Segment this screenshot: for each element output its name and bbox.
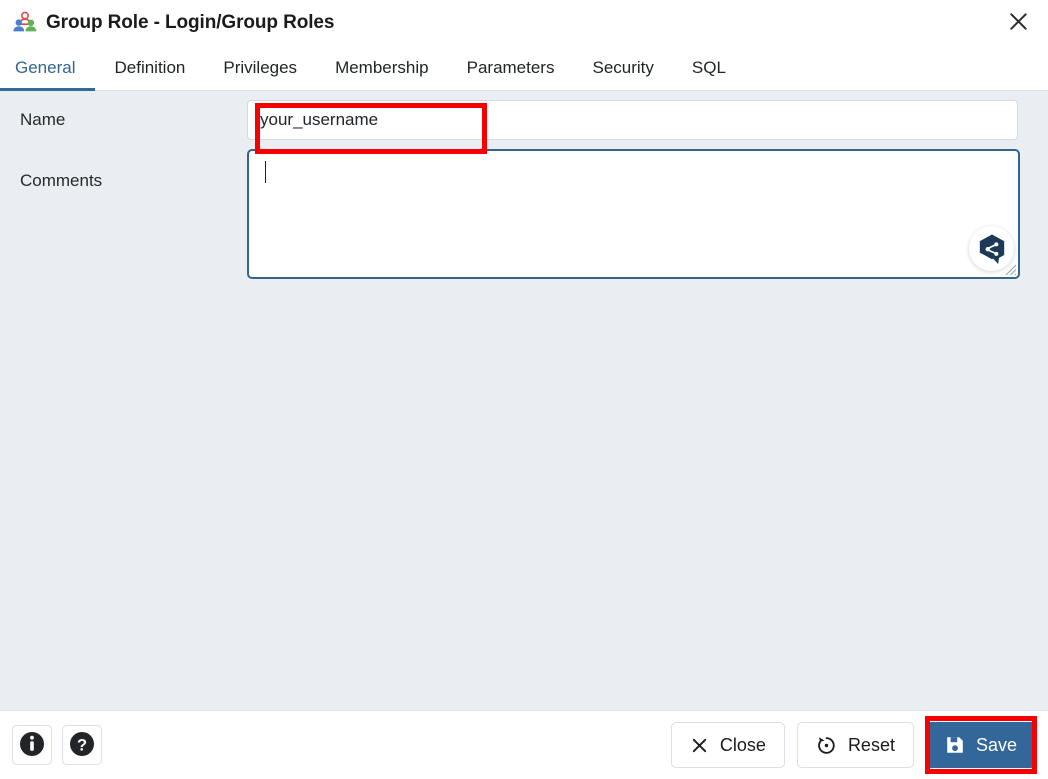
tab-membership-label: Membership (335, 58, 429, 77)
footer-right-group: Close Reset Save (670, 722, 1036, 768)
dialog-title: Group Role - Login/Group Roles (46, 12, 335, 33)
group-role-dialog: Group Role - Login/Group Roles General D… (0, 0, 1048, 779)
save-button[interactable]: Save (925, 722, 1036, 768)
save-button-label: Save (975, 734, 1017, 755)
svg-text:?: ? (77, 736, 87, 754)
x-icon (690, 736, 709, 755)
tab-security[interactable]: Security (573, 46, 672, 90)
help-icon: ? (69, 731, 95, 760)
info-button[interactable] (12, 725, 52, 765)
general-tab-panel: Name Comments (0, 91, 1048, 710)
tab-definition-label: Definition (114, 58, 186, 77)
dialog-titlebar: Group Role - Login/Group Roles (0, 0, 1048, 46)
tab-general-label: General (15, 58, 76, 77)
comments-textarea-wrap (247, 149, 1020, 279)
comments-label: Comments (20, 171, 103, 190)
name-field-row: Name (0, 91, 1048, 149)
tab-general[interactable]: General (0, 46, 96, 91)
close-icon (1007, 10, 1030, 36)
tab-parameters[interactable]: Parameters (448, 46, 574, 90)
comments-field-row: Comments (0, 149, 1048, 279)
tab-sql-label: SQL (691, 58, 726, 77)
close-button[interactable]: Close (670, 722, 785, 768)
reset-button[interactable]: Reset (796, 722, 914, 768)
close-button-label: Close (719, 734, 766, 755)
comments-textarea[interactable] (247, 149, 1020, 279)
tab-security-label: Security (592, 58, 654, 77)
tab-privileges[interactable]: Privileges (204, 46, 316, 90)
text-caret (265, 161, 266, 183)
info-icon (19, 731, 45, 760)
tab-privileges-label: Privileges (223, 58, 298, 77)
tab-definition[interactable]: Definition (95, 46, 204, 90)
reset-icon (816, 735, 837, 756)
save-disk-icon (945, 735, 965, 755)
close-icon-button[interactable] (994, 3, 1042, 43)
tab-sql[interactable]: SQL (673, 46, 745, 90)
name-input[interactable] (247, 100, 1018, 140)
help-button[interactable]: ? (62, 725, 102, 765)
name-label: Name (20, 110, 66, 129)
tab-membership[interactable]: Membership (316, 46, 448, 90)
dialog-footer: ? Close Reset Save (0, 710, 1048, 779)
tab-parameters-label: Parameters (466, 58, 555, 77)
footer-left-group: ? (12, 725, 102, 765)
reset-button-label: Reset (847, 734, 895, 755)
writing-assistant-icon[interactable] (969, 226, 1014, 271)
tab-bar: General Definition Privileges Membership… (0, 46, 1048, 91)
group-role-icon (12, 10, 38, 36)
